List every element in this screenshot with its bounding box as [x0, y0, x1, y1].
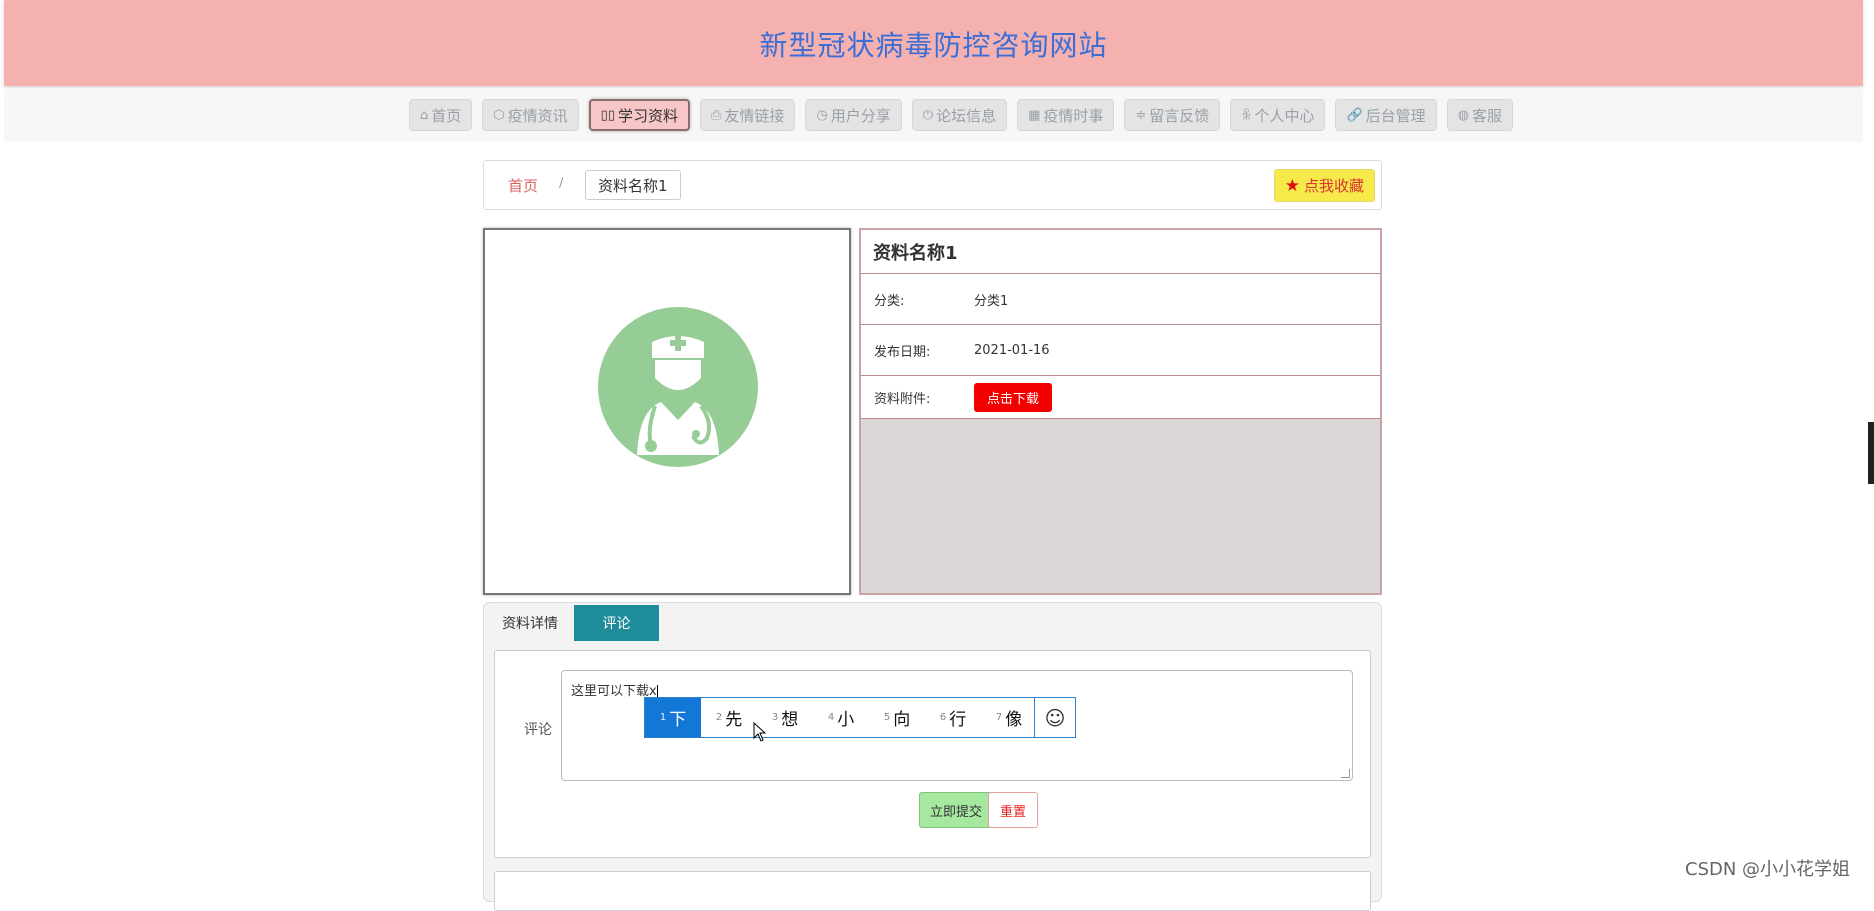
favorite-label: 点我收藏 — [1303, 177, 1364, 195]
doctor-icon — [598, 307, 758, 467]
nav-label: 留言反馈 — [1149, 106, 1210, 125]
watermark: CSDN @小小花学姐 — [1685, 859, 1851, 880]
nav-study-materials[interactable]: ▯▯ 学习资料 — [588, 99, 690, 131]
calendar-icon: ▦ — [1028, 107, 1041, 123]
box-icon: ⬡ — [493, 107, 505, 123]
nav-label: 客服 — [1472, 106, 1503, 125]
chat-icon: ◷ — [816, 107, 828, 123]
category-value: 分类1 — [974, 293, 1009, 309]
power-icon: ⏻ — [922, 107, 934, 123]
nav-label: 学习资料 — [617, 106, 678, 125]
attachment-row: 资料附件: 点击下载 — [861, 376, 1380, 419]
link-icon: 🔗 — [1346, 107, 1363, 123]
category-row: 分类: 分类1 — [861, 274, 1380, 325]
publish-date-row: 发布日期: 2021-01-16 — [861, 325, 1380, 376]
site-title: 新型冠状病毒防控咨询网站 — [759, 29, 1108, 62]
nav-label: 疫情资讯 — [507, 106, 568, 125]
sliders-icon: ≑ — [1135, 107, 1147, 123]
comment-label: 评论 — [524, 722, 552, 738]
attachment-label: 资料附件: — [874, 391, 931, 407]
reset-button[interactable]: 重置 — [988, 792, 1039, 828]
ime-candidate-bar: 1下 2先 3想 4小 5向 6行 7像 ☺ — [644, 697, 1076, 738]
book-icon: ▯▯ — [600, 107, 615, 123]
publish-date-value: 2021-01-16 — [974, 342, 1050, 358]
comment-list-panel — [494, 871, 1371, 911]
ime-candidate[interactable]: 7像 — [981, 698, 1037, 737]
ime-candidate[interactable]: 2先 — [701, 698, 757, 737]
nav-friend-links[interactable]: ⎙ 友情链接 — [699, 99, 796, 131]
nav-label: 友情链接 — [724, 106, 785, 125]
ime-candidate[interactable]: 5向 — [869, 698, 925, 737]
nav-user-share[interactable]: ◷ 用户分享 — [805, 99, 902, 131]
tab-comment[interactable]: 评论 — [574, 605, 659, 641]
nav-label: 用户分享 — [830, 106, 891, 125]
nav-admin[interactable]: 🔗 后台管理 — [1335, 99, 1437, 131]
category-label: 分类: — [874, 293, 905, 309]
download-button[interactable]: 点击下载 — [974, 382, 1053, 412]
nav-label: 首页 — [431, 106, 462, 125]
breadcrumb-home-link[interactable]: 首页 — [508, 175, 538, 196]
submit-button[interactable]: 立即提交 — [919, 792, 994, 828]
mouse-cursor-icon — [753, 722, 767, 742]
nav-epidemic-events[interactable]: ▦ 疫情时事 — [1017, 99, 1115, 131]
site-header: 新型冠状病毒防控咨询网站 — [4, 0, 1863, 86]
nav-forum[interactable]: ⏻ 论坛信息 — [911, 99, 1008, 131]
star-icon: ★ — [1284, 175, 1300, 196]
tab-section: 资料详情 评论 评论 这里可以下载x 立即提交 重置 — [483, 602, 1382, 911]
nav-customer-service[interactable]: ◍ 客服 — [1446, 99, 1514, 131]
favorite-button[interactable]: ★ 点我收藏 — [1273, 169, 1375, 202]
nav-home[interactable]: ⌂ 首页 — [409, 99, 473, 131]
nav-label: 后台管理 — [1365, 106, 1426, 125]
ime-candidate[interactable]: 4小 — [813, 698, 869, 737]
ime-candidate[interactable]: 6行 — [925, 698, 981, 737]
breadcrumb-current: 资料名称1 — [585, 170, 681, 200]
user-icon: ꆜ — [1241, 108, 1252, 124]
material-info-card: 资料名称1 分类: 分类1 发布日期: 2021-01-16 资料附件: 点击下… — [859, 228, 1382, 595]
material-image — [483, 228, 851, 595]
breadcrumb: 首页 / 资料名称1 ★ 点我收藏 — [483, 160, 1382, 210]
print-icon: ⎙ — [710, 107, 722, 123]
home-icon: ⌂ — [420, 107, 429, 123]
nav-label: 疫情时事 — [1043, 106, 1104, 125]
globe-icon: ◍ — [1457, 107, 1470, 123]
nav-label: 论坛信息 — [936, 106, 997, 125]
nav-profile[interactable]: ꆜ 个人中心 — [1230, 99, 1326, 131]
nav-feedback[interactable]: ≑ 留言反馈 — [1124, 99, 1221, 131]
ime-candidate[interactable]: 1下 — [645, 698, 701, 737]
publish-date-label: 发布日期: — [874, 344, 931, 360]
scrollbar-thumb[interactable] — [1868, 422, 1874, 484]
resize-grip[interactable] — [1341, 769, 1350, 778]
nav-bar: ⌂ 首页 ⬡ 疫情资讯 ▯▯ 学习资料 ⎙ 友情链接 ◷ 用户分享 ⏻ 论坛信息… — [4, 88, 1863, 142]
material-title: 资料名称1 — [861, 230, 1380, 274]
nav-label: 个人中心 — [1254, 106, 1315, 125]
nav-epidemic-news[interactable]: ⬡ 疫情资讯 — [482, 99, 579, 131]
smiley-icon[interactable]: ☺ — [1034, 698, 1075, 737]
comment-form: 评论 这里可以下载x 立即提交 重置 — [494, 650, 1371, 858]
breadcrumb-separator: / — [559, 176, 564, 191]
tab-material-detail[interactable]: 资料详情 — [484, 605, 576, 641]
